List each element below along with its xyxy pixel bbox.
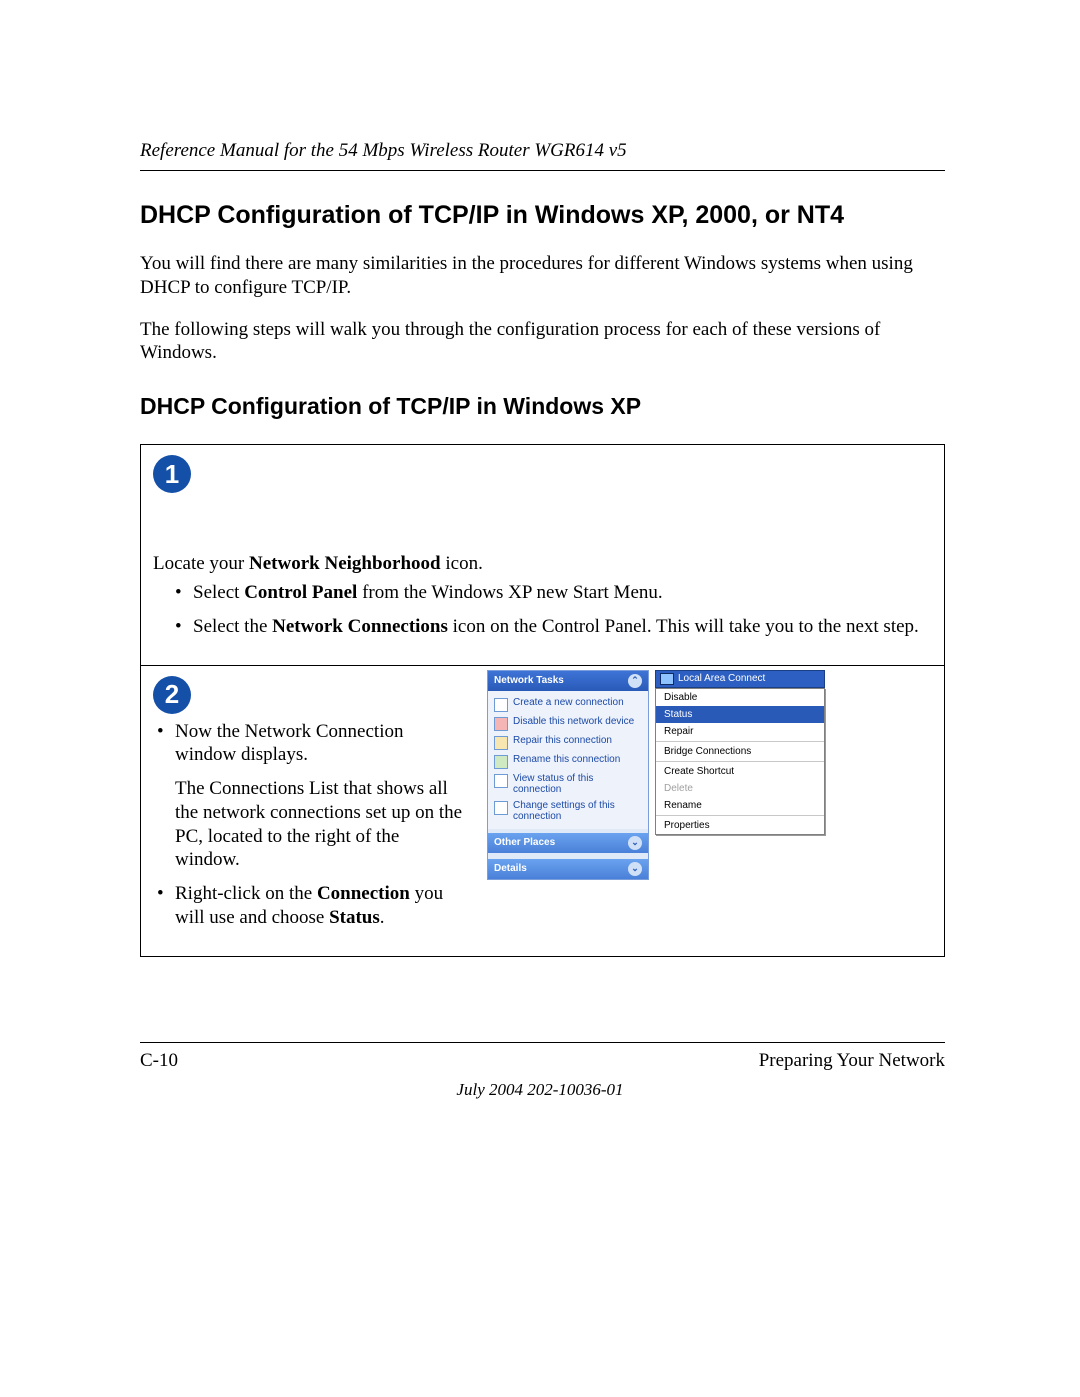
- ctx-repair[interactable]: Repair: [656, 723, 824, 740]
- step1-lead: Locate your Network Neighborhood icon.: [153, 553, 483, 574]
- menu-separator: [656, 815, 824, 816]
- step2-bullet-2: Right-click on the Connection you will u…: [157, 882, 463, 930]
- intro-paragraph-2: The following steps will walk you throug…: [140, 318, 945, 366]
- heading-level-3: DHCP Configuration of TCP/IP in Windows …: [140, 393, 945, 420]
- step-2-text: Now the Network Connection window displa…: [153, 714, 463, 940]
- document-page: Reference Manual for the 54 Mbps Wireles…: [0, 0, 1080, 1397]
- step1-bullets: Select Control Panel from the Windows XP…: [153, 581, 932, 639]
- page-number: C-10: [140, 1050, 178, 1072]
- context-menu: Disable Status Repair Bridge Connections…: [655, 688, 825, 835]
- xp-task-item[interactable]: Create a new connection: [494, 695, 642, 714]
- xp-task-item[interactable]: Disable this network device: [494, 714, 642, 733]
- menu-separator: [656, 741, 824, 742]
- chevron-down-icon: ⌄: [628, 836, 642, 850]
- xp-tasks-body: Create a new connection Disable this net…: [488, 691, 648, 829]
- step1-bullet-1: Select Control Panel from the Windows XP…: [175, 581, 932, 605]
- ctx-delete: Delete: [656, 780, 824, 797]
- footer-date-line: July 2004 202-10036-01: [0, 1080, 1080, 1100]
- heading-level-2: DHCP Configuration of TCP/IP in Windows …: [140, 201, 945, 230]
- step1-bullet-2: Select the Network Connections icon on t…: [175, 615, 932, 639]
- local-area-connection-item[interactable]: Local Area Connect: [655, 670, 825, 688]
- running-head: Reference Manual for the 54 Mbps Wireles…: [140, 140, 945, 171]
- step2-bullet-1-follow: The Connections List that shows all the …: [175, 777, 463, 872]
- xp-task-item[interactable]: Change settings of this connection: [494, 798, 642, 825]
- step2-bullet-1: Now the Network Connection window displa…: [157, 720, 463, 873]
- xp-other-places-header[interactable]: Other Places ⌄: [488, 833, 648, 853]
- rename-icon: [494, 755, 508, 769]
- ctx-properties[interactable]: Properties: [656, 817, 824, 834]
- footer-rule: [140, 1042, 945, 1043]
- context-menu-area: Local Area Connect Disable Status Repair…: [655, 670, 825, 880]
- section-title: Preparing Your Network: [759, 1050, 945, 1072]
- repair-icon: [494, 736, 508, 750]
- step-badge-2: 2: [153, 676, 191, 714]
- ctx-status[interactable]: Status: [656, 706, 824, 723]
- menu-separator: [656, 761, 824, 762]
- xp-task-item[interactable]: Rename this connection: [494, 752, 642, 771]
- step-row-2: 2 Now the Network Connection window disp…: [141, 666, 944, 957]
- ctx-bridge[interactable]: Bridge Connections: [656, 743, 824, 760]
- ctx-shortcut[interactable]: Create Shortcut: [656, 763, 824, 780]
- status-icon: [494, 774, 508, 788]
- xp-tasks-panel: Network Tasks ⌃ Create a new connection …: [487, 670, 649, 880]
- new-connection-icon: [494, 698, 508, 712]
- xp-task-item[interactable]: View status of this connection: [494, 771, 642, 798]
- step-badge-1: 1: [153, 455, 191, 493]
- xp-details-header[interactable]: Details ⌄: [488, 859, 648, 879]
- network-adapter-icon: [660, 673, 674, 685]
- ctx-rename[interactable]: Rename: [656, 797, 824, 814]
- xp-task-item[interactable]: Repair this connection: [494, 733, 642, 752]
- step-1-text: Locate your Network Neighborhood icon. S…: [153, 553, 932, 649]
- xp-tasks-header: Network Tasks ⌃: [488, 671, 648, 691]
- intro-paragraph-1: You will find there are many similaritie…: [140, 252, 945, 300]
- steps-table: 1 Locate your Network Neighborhood icon.…: [140, 444, 945, 957]
- ctx-disable[interactable]: Disable: [656, 689, 824, 706]
- settings-icon: [494, 801, 508, 815]
- chevron-down-icon: ⌄: [628, 862, 642, 876]
- footer-line: C-10 Preparing Your Network: [140, 1050, 945, 1072]
- step-row-1: 1 Locate your Network Neighborhood icon.…: [141, 445, 944, 666]
- step-2-screenshot: Network Tasks ⌃ Create a new connection …: [487, 670, 932, 880]
- chevron-up-icon: ⌃: [628, 674, 642, 688]
- disable-device-icon: [494, 717, 508, 731]
